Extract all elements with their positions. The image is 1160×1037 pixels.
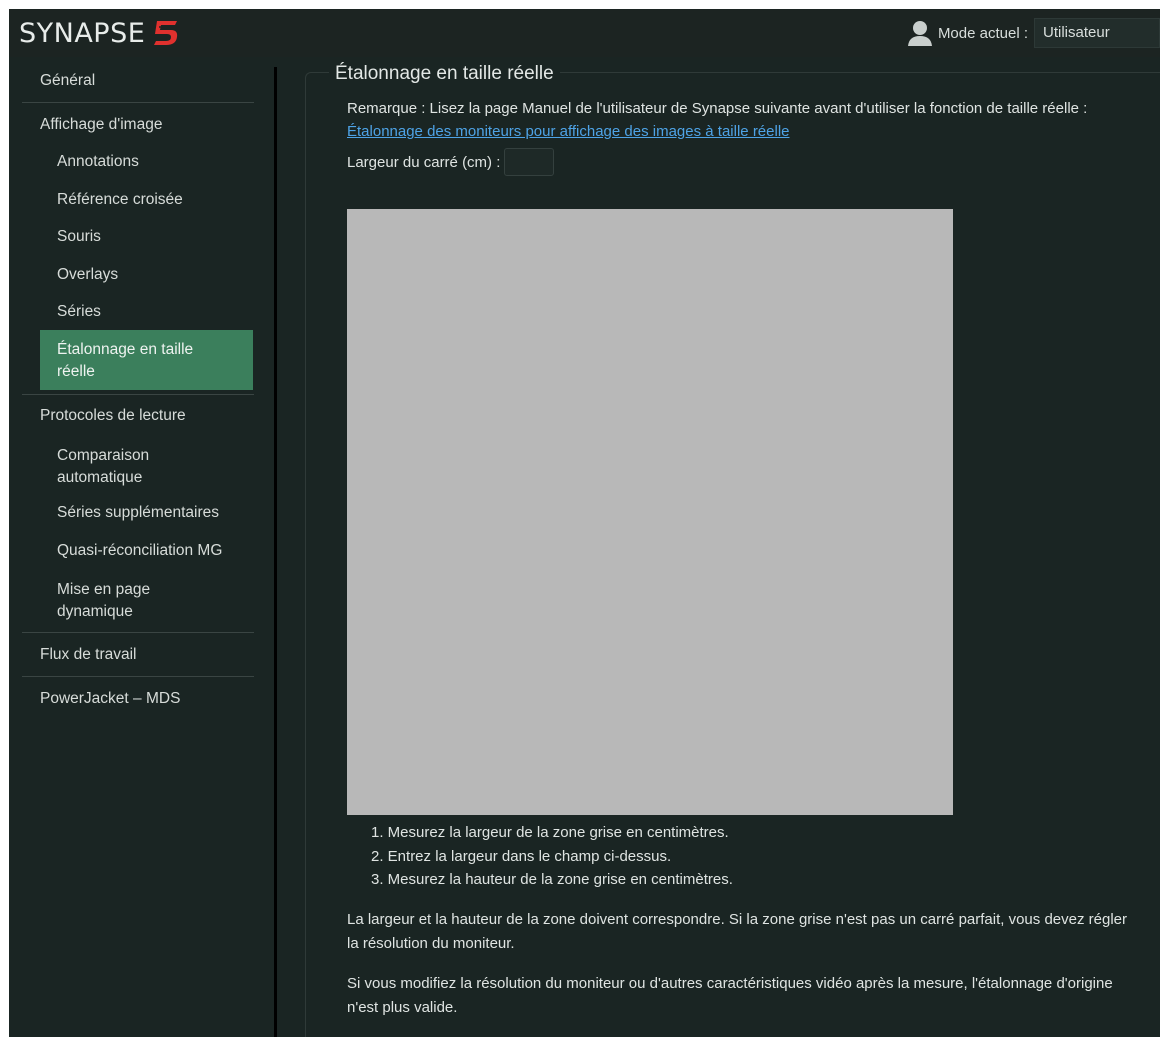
- sidebar-item-series[interactable]: Séries: [40, 303, 253, 321]
- sidebar-item-cross-reference[interactable]: Référence croisée: [40, 191, 253, 209]
- sidebar-item-general[interactable]: Général: [40, 72, 253, 90]
- header-bar: SYNAPSE Mode actuel : Utilisateur: [9, 9, 1160, 57]
- sidebar-item-auto-comparison[interactable]: Comparaison automatique: [40, 445, 240, 489]
- sidebar-separator: [22, 394, 254, 395]
- square-width-input[interactable]: [504, 148, 555, 176]
- square-width-row: Largeur du carré (cm) :: [347, 147, 555, 177]
- list-item: 3. Mesurez la hauteur de la zone grise e…: [371, 871, 733, 888]
- list-item: 2. Entrez la largeur dans le champ ci-de…: [371, 847, 672, 865]
- app-window: SYNAPSE Mode actuel : Utilisateur Généra…: [9, 9, 1160, 1037]
- instruction-steps: 1. Mesurez la largeur de la zone grise e…: [371, 821, 733, 892]
- sidebar-separator: [22, 676, 254, 677]
- user-icon: [907, 21, 932, 46]
- manual-link[interactable]: Étalonnage des moniteurs pour affichage …: [347, 123, 790, 140]
- logo-text: SYNAPSE: [19, 17, 146, 49]
- resolution-change-note: Si vous modifiez la résolution du monite…: [347, 975, 1113, 1016]
- sidebar-item-reading-protocols[interactable]: Protocoles de lecture: [40, 407, 253, 425]
- list-item: 1. Mesurez la largeur de la zone grise e…: [371, 824, 729, 841]
- sidebar-item-extra-series[interactable]: Séries supplémentaires: [40, 504, 253, 522]
- remark-text: Remarque : Lisez la page Manuel de l'uti…: [347, 97, 1137, 143]
- sidebar-item-annotations[interactable]: Annotations: [40, 153, 253, 171]
- sidebar-item-dynamic-layout[interactable]: Mise en page dynamique: [40, 579, 240, 623]
- user-mode-area: Mode actuel : Utilisateur: [906, 18, 1160, 48]
- page-title: Étalonnage en taille réelle: [329, 63, 560, 85]
- remark-prefix: Remarque : Lisez la page Manuel de l'uti…: [347, 100, 1088, 117]
- square-width-label: Largeur du carré (cm) :: [347, 153, 501, 171]
- sidebar-item-image-display[interactable]: Affichage d'image: [40, 116, 253, 134]
- sidebar-item-overlays[interactable]: Overlays: [40, 266, 253, 284]
- sidebar-item-mouse[interactable]: Souris: [40, 228, 253, 246]
- mode-label: Mode actuel :: [937, 24, 1028, 42]
- sidebar-separator: [22, 632, 254, 633]
- calibration-gray-square: [347, 209, 953, 815]
- sidebar-item-quasi-reconciliation[interactable]: Quasi-réconciliation MG: [40, 542, 260, 560]
- mode-select[interactable]: Utilisateur: [1034, 18, 1160, 48]
- sidebar-separator: [22, 102, 254, 103]
- sidebar-item-real-size-calibration[interactable]: Étalonnage en taille réelle: [40, 330, 253, 390]
- square-match-note: La largeur et la hauteur de la zone doiv…: [347, 911, 1127, 952]
- logo-five-mark: [154, 21, 178, 45]
- synapse-logo: SYNAPSE: [19, 17, 181, 49]
- sidebar-item-workflow[interactable]: Flux de travail: [40, 646, 253, 664]
- sidebar-item-powerjacket[interactable]: PowerJacket – MDS: [40, 690, 253, 708]
- sidebar-divider: [274, 67, 277, 1037]
